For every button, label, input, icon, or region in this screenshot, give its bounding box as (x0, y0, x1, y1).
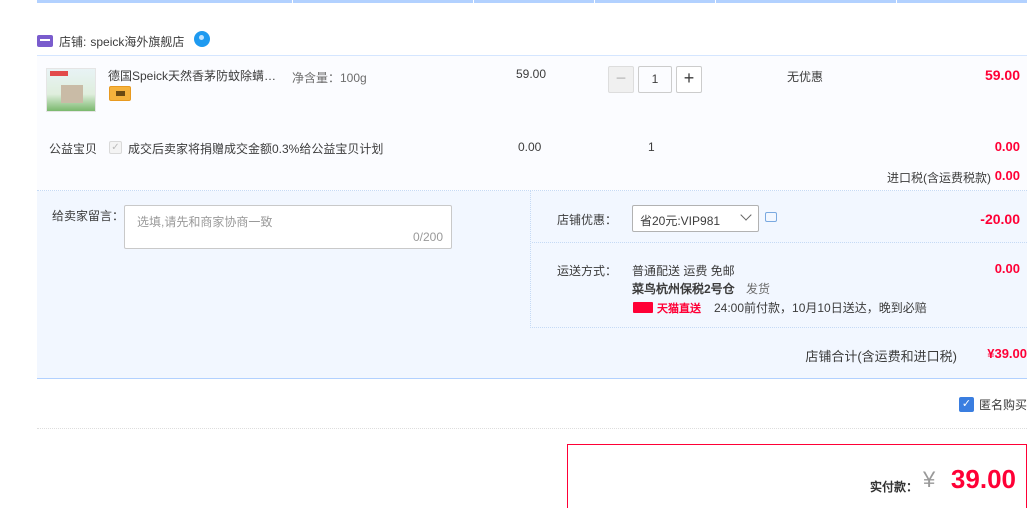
charity-text: 成交后卖家将捐赠成交金额0.3%给公益宝贝计划 (128, 142, 384, 156)
message-placeholder: 选填,请先和商家协商一致 (137, 215, 273, 229)
shop-total-value: ¥39.00 (987, 346, 1027, 361)
shop-name-link[interactable]: speick海外旗舰店 (90, 33, 184, 50)
shop-discount-amount: -20.00 (980, 211, 1020, 227)
message-textarea[interactable]: 选填,请先和商家协商一致 0/200 (124, 205, 452, 249)
shop-icon (37, 35, 53, 47)
shop-discount-label: 店铺优惠： (557, 213, 618, 227)
order-item-block: 德国Speick天然香茅防蚊除螨… 净含量：100g 59.00 − 1 + 无… (37, 55, 1027, 191)
comment-icon[interactable] (765, 212, 777, 222)
charity-price: 0.00 (518, 140, 542, 154)
tmall-direct-text: 天猫直送 (657, 303, 701, 315)
import-tax-label: 进口税(含运费税款) (887, 171, 991, 185)
anonymous-label: 匿名购买 (978, 398, 1027, 412)
import-tax-value: 0.00 (994, 168, 1020, 183)
product-sku: 净含量：100g (292, 71, 367, 85)
shop-discount-select[interactable]: 省20元:VIP981 (632, 205, 759, 232)
shop-discount-selected: 省20元:VIP981 (640, 214, 721, 228)
anonymous-checkbox[interactable]: ✓ (958, 397, 974, 412)
table-header-rule (37, 0, 1027, 3)
credit-card-icon (109, 86, 131, 101)
product-title-link[interactable]: 德国Speick天然香茅防蚊除螨… (108, 67, 284, 84)
shipping-method: 普通配送 运费 免邮 (632, 264, 735, 278)
product-thumbnail[interactable] (46, 68, 96, 112)
payment-label: 实付款： (870, 480, 919, 494)
charity-label: 公益宝贝 (49, 142, 98, 156)
tmall-direct-badge: 天猫直送 (633, 300, 705, 315)
shop-label: 店铺: (59, 34, 87, 49)
shop-total-label: 店铺合计(含运费和进口税) (805, 349, 957, 364)
charity-subtotal: 0.00 (994, 139, 1020, 154)
dispatch-text: 发货 (746, 282, 771, 296)
item-discount: 无优惠 (787, 70, 824, 84)
shipping-fee: 0.00 (994, 261, 1020, 276)
charity-quantity: 1 (648, 140, 655, 154)
shipping-warehouse: 菜鸟杭州保税2号仓 发货 (632, 280, 770, 297)
qty-decrease-button[interactable]: − (608, 66, 634, 93)
currency-symbol: ¥ (923, 467, 936, 492)
order-options-block: 给卖家留言： 选填,请先和商家协商一致 0/200 店铺优惠： 省20元:VIP… (37, 191, 1027, 328)
shop-header: 店铺: speick海外旗舰店 (37, 30, 211, 52)
tmall-bag-icon (633, 302, 653, 313)
anonymous-purchase[interactable]: ✓ 匿名购买 (958, 396, 1027, 413)
quantity-stepper: − 1 + (608, 66, 702, 93)
shop-total-bar: 店铺合计(含运费和进口税) ¥39.00 (37, 328, 1027, 379)
message-section: 给卖家留言： 选填,请先和商家协商一致 0/200 (37, 191, 531, 328)
divider (37, 428, 1027, 429)
qty-increase-button[interactable]: + (676, 66, 702, 93)
message-label: 给卖家留言： (52, 209, 125, 223)
payment-amount: 39.00 (950, 464, 1016, 494)
item-subtotal: 59.00 (984, 67, 1020, 83)
unit-price: 59.00 (516, 67, 547, 81)
payment-summary-box: 实付款： ¥ 39.00 (567, 444, 1027, 508)
shipping-label: 运送方式： (557, 264, 618, 278)
wangwang-chat-icon[interactable] (194, 31, 211, 47)
warehouse-name: 菜鸟杭州保税2号仓 (632, 282, 735, 296)
shop-discount-row: 店铺优惠： 省20元:VIP981 -20.00 (532, 191, 1027, 243)
chevron-down-icon (740, 209, 752, 221)
delivery-promise: 24:00前付款，10月10日送达，晚到必赔 (714, 301, 927, 315)
message-char-count: 0/200 (412, 230, 443, 244)
qty-input[interactable]: 1 (638, 66, 672, 93)
charity-checkbox[interactable]: ✓ (109, 141, 122, 154)
